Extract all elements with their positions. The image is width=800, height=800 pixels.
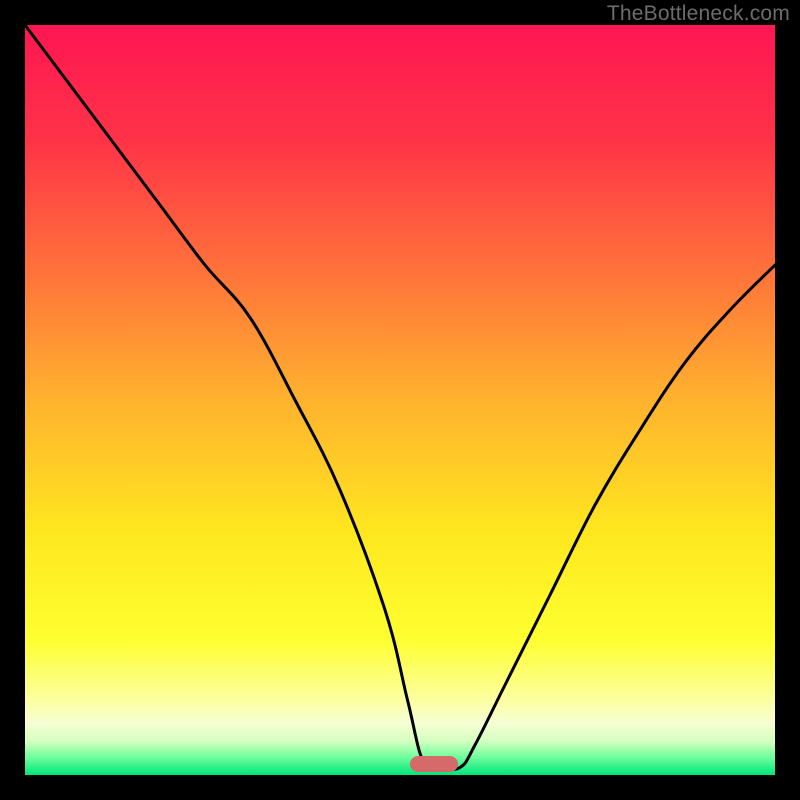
chart-frame: TheBottleneck.com — [0, 0, 800, 800]
optimal-point-marker — [410, 756, 458, 772]
plot-area — [25, 25, 775, 775]
watermark-label: TheBottleneck.com — [607, 2, 790, 26]
chart-svg — [25, 25, 775, 775]
